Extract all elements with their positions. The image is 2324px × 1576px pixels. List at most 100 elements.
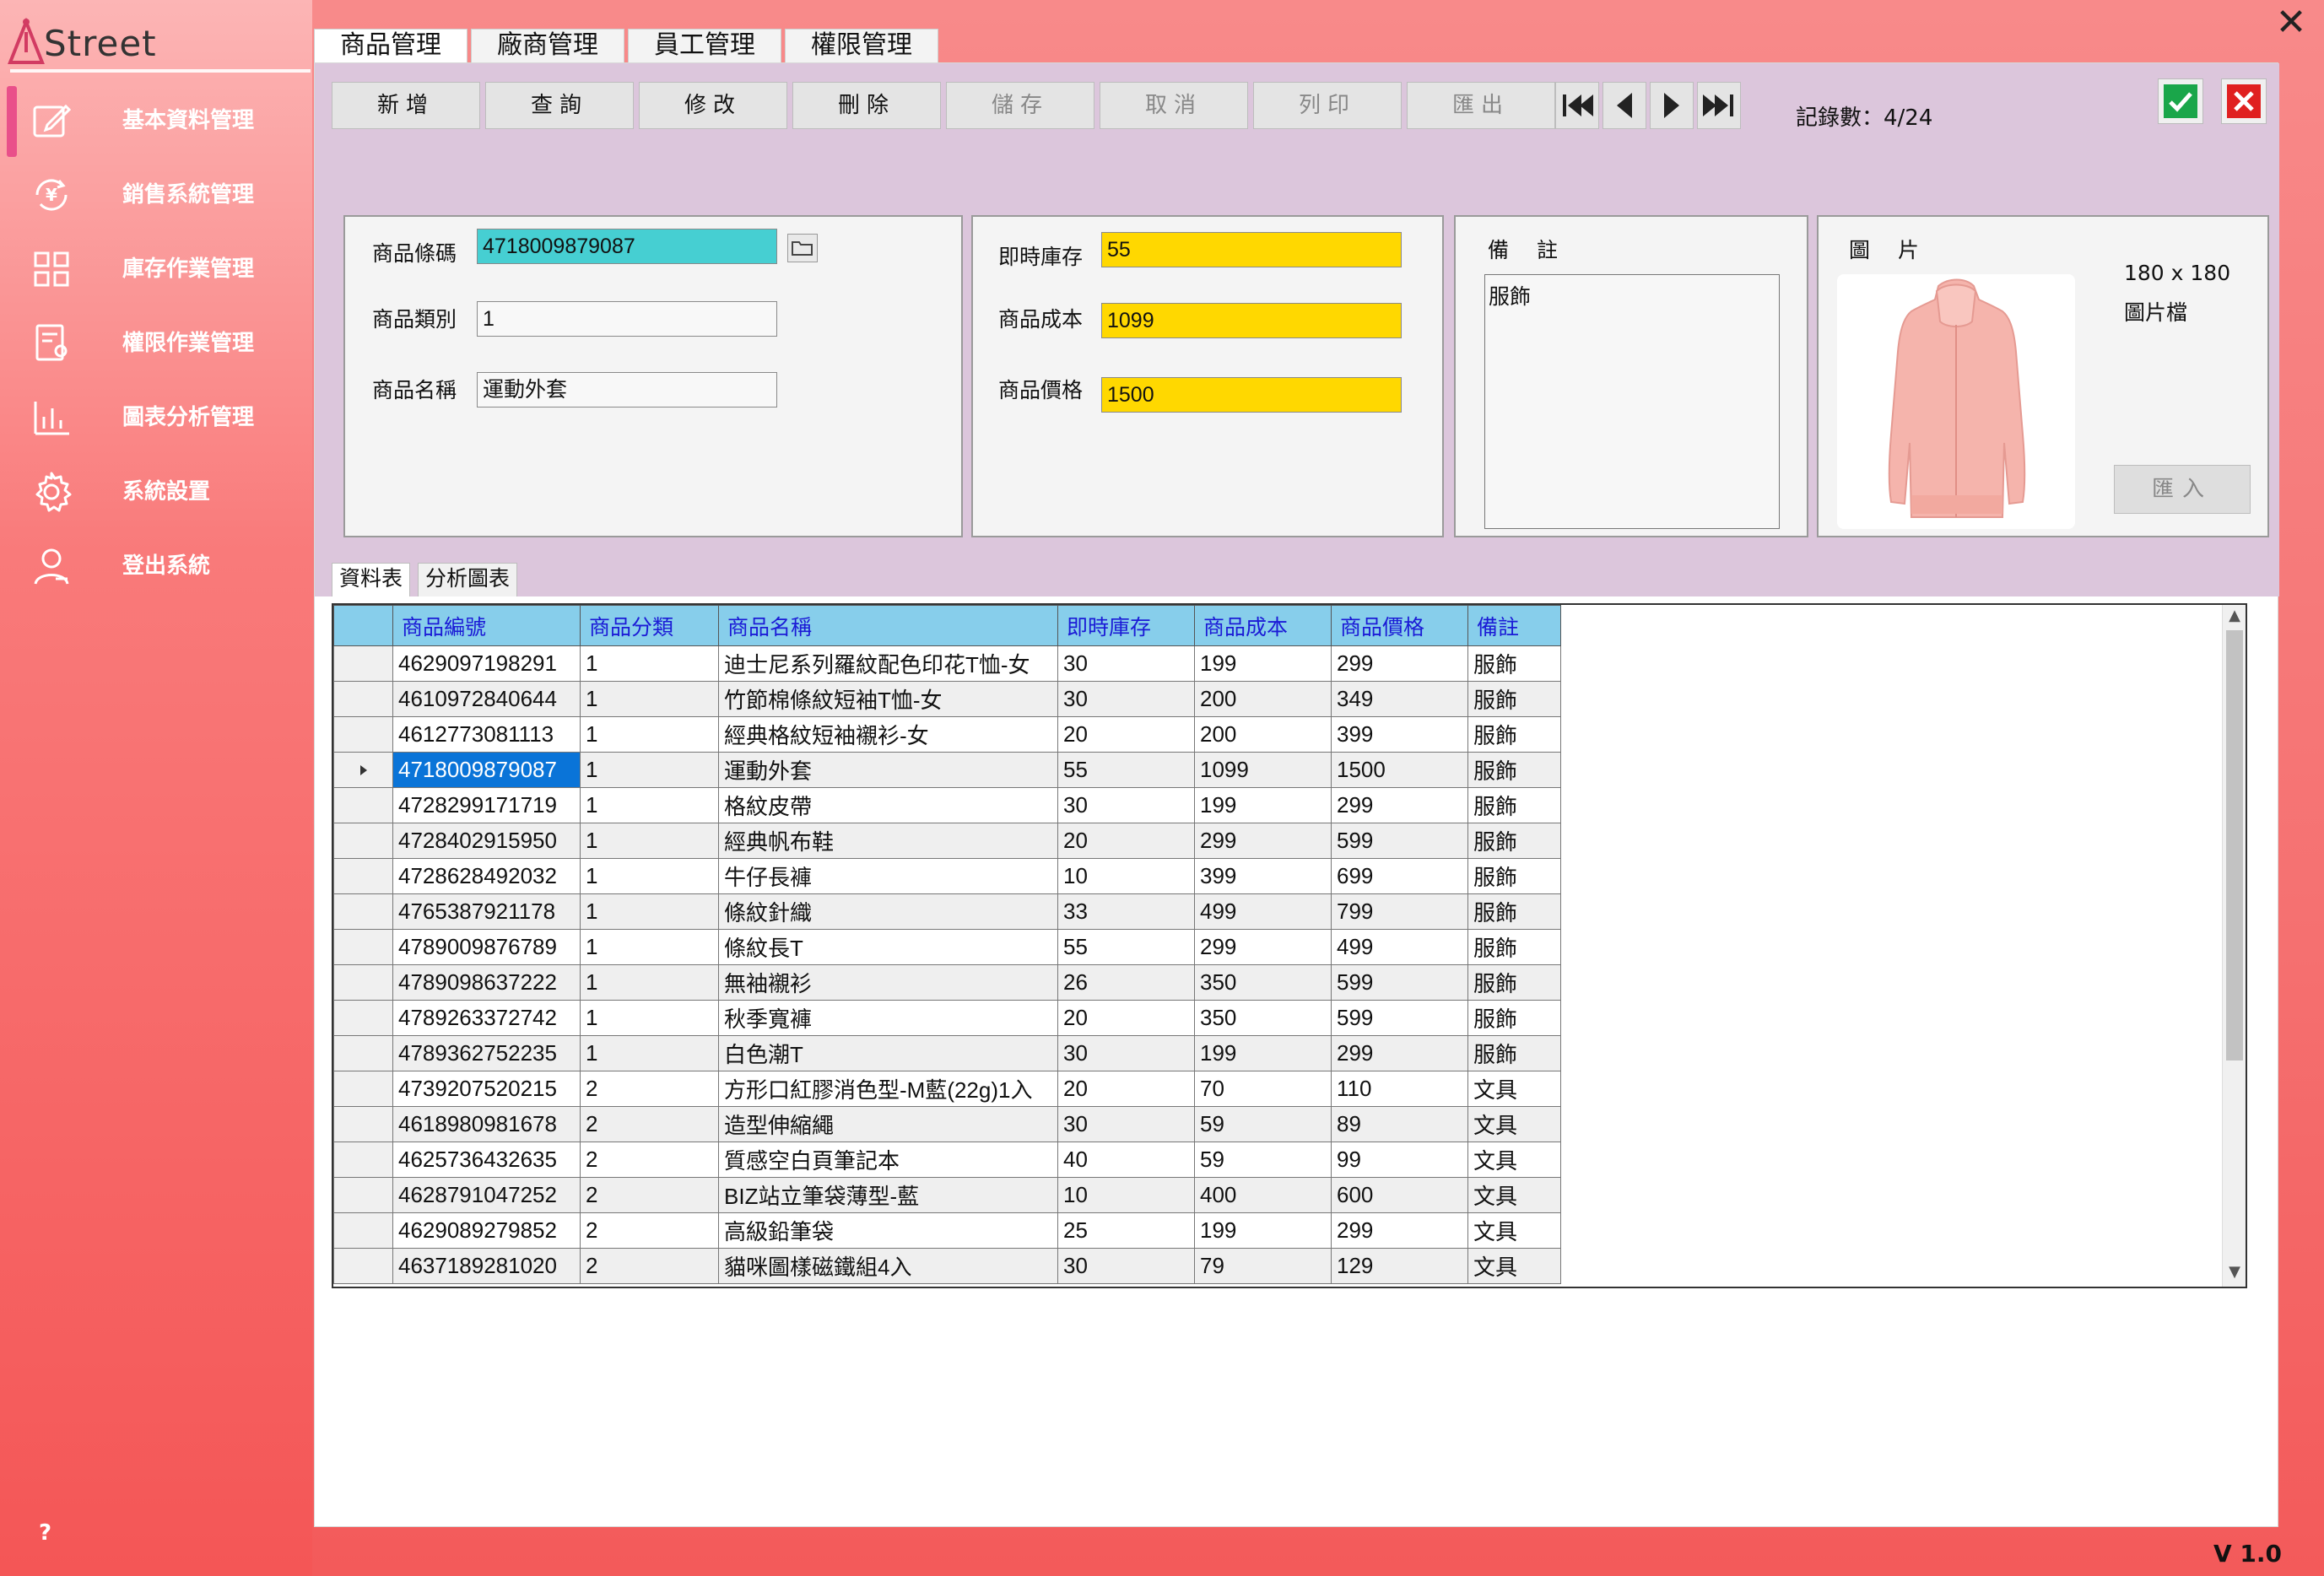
table-cell[interactable]: 299 [1331,1035,1468,1071]
table-cell[interactable]: 599 [1331,823,1468,859]
browse-barcode-button[interactable] [787,234,818,262]
table-row[interactable]: 4739207520215 2 方形口紅膠消色型-M藍(22g)1入 20 70 110 文… [333,1071,1561,1107]
table-cell[interactable]: 秋季寬褲 [718,1000,1058,1036]
table-cell[interactable]: 4610972840644 [392,681,581,717]
table-cell[interactable]: 30 [1057,1035,1195,1071]
table-cell[interactable]: 文具 [1467,1142,1561,1178]
edit-button[interactable]: 修改 [639,82,787,129]
table-cell[interactable]: 服飾 [1467,1035,1561,1071]
table-cell[interactable]: 200 [1194,681,1332,717]
table-cell[interactable]: 4718009879087 [392,752,581,788]
table-cell[interactable]: 26 [1057,964,1195,1001]
table-cell[interactable]: 竹節棉條紋短袖T恤-女 [718,681,1058,717]
table-cell[interactable]: 110 [1331,1071,1468,1107]
row-header[interactable] [333,681,393,717]
table-cell[interactable]: 服飾 [1467,787,1561,823]
sidebar-item-permissions[interactable]: 權限作業管理 [0,305,312,380]
row-header[interactable] [333,929,393,965]
category-input[interactable]: 1 [477,301,777,337]
table-cell[interactable]: 30 [1057,681,1195,717]
print-button[interactable]: 列印 [1253,82,1402,129]
table-cell[interactable]: 迪士尼系列羅紋配色印花T恤-女 [718,645,1058,682]
table-row[interactable]: 4789362752235 1 白色潮T 30 199 299 服飾 [333,1035,1561,1071]
table-cell[interactable]: 服飾 [1467,929,1561,965]
table-cell[interactable]: 70 [1194,1071,1332,1107]
table-cell[interactable]: 4629089279852 [392,1212,581,1249]
reject-button[interactable] [2221,78,2267,124]
row-header[interactable] [333,964,393,1001]
table-cell[interactable]: 59 [1194,1142,1332,1178]
table-cell[interactable]: 質感空白頁筆記本 [718,1142,1058,1178]
table-row[interactable]: 4610972840644 1 竹節棉條紋短袖T恤-女 30 200 349 服飾 [333,681,1561,717]
row-header[interactable] [333,823,393,859]
table-cell[interactable]: 25 [1057,1212,1195,1249]
table-cell[interactable]: 1 [580,964,719,1001]
table-cell[interactable]: 文具 [1467,1212,1561,1249]
table-cell[interactable]: 55 [1057,929,1195,965]
row-header[interactable] [333,1212,393,1249]
table-cell[interactable]: 2 [580,1177,719,1213]
sidebar-item-logout[interactable]: 登出系統 [0,528,312,602]
table-cell[interactable]: 350 [1194,1000,1332,1036]
barcode-input[interactable]: 4718009879087 [477,229,777,264]
table-cell[interactable]: 貓咪圖樣磁鐵組4入 [718,1248,1058,1284]
table-cell[interactable]: 20 [1057,1000,1195,1036]
table-cell[interactable]: 30 [1057,1106,1195,1142]
row-header[interactable] [333,893,393,930]
table-cell[interactable]: 2 [580,1142,719,1178]
table-cell[interactable]: 2 [580,1248,719,1284]
row-header[interactable] [333,752,393,788]
column-header[interactable]: 商品成本 [1194,605,1332,646]
table-cell[interactable]: 799 [1331,893,1468,930]
column-header[interactable]: 商品編號 [392,605,581,646]
table-cell[interactable]: 1 [580,929,719,965]
import-image-button[interactable]: 匯入 [2114,465,2251,514]
help-button[interactable]: ? [39,1520,51,1546]
row-header[interactable] [333,787,393,823]
table-row[interactable]: 4629097198291 1 迪士尼系列羅紋配色印花T恤-女 30 199 299 服飾 [333,645,1561,682]
row-header[interactable] [333,1142,393,1178]
table-cell[interactable]: 55 [1057,752,1195,788]
table-cell[interactable]: 格紋皮帶 [718,787,1058,823]
table-row[interactable]: 4628791047252 2 BIZ站立筆袋薄型-藍 10 400 600 文具 [333,1177,1561,1213]
table-cell[interactable]: 4789263372742 [392,1000,581,1036]
sidebar-item-sales[interactable]: ¥ 銷售系統管理 [0,157,312,231]
tab-analysis-chart[interactable]: 分析圖表 [418,563,518,596]
table-cell[interactable]: 10 [1057,1177,1195,1213]
table-cell[interactable]: 服飾 [1467,893,1561,930]
table-cell[interactable]: 20 [1057,1071,1195,1107]
table-cell[interactable]: 服飾 [1467,716,1561,753]
table-cell[interactable]: 199 [1194,787,1332,823]
table-cell[interactable]: 299 [1331,787,1468,823]
table-cell[interactable]: 服飾 [1467,858,1561,894]
table-cell[interactable]: 1 [580,681,719,717]
previous-record-button[interactable] [1602,82,1646,129]
export-button[interactable]: 匯出 [1407,82,1555,129]
table-row[interactable]: 4637189281020 2 貓咪圖樣磁鐵組4入 30 79 129 文具 [333,1248,1561,1284]
table-cell[interactable]: 4739207520215 [392,1071,581,1107]
table-cell[interactable]: 4625736432635 [392,1142,581,1178]
table-cell[interactable]: 4628791047252 [392,1177,581,1213]
table-cell[interactable]: 1 [580,1000,719,1036]
table-cell[interactable]: 200 [1194,716,1332,753]
table-cell[interactable]: 99 [1331,1142,1468,1178]
delete-button[interactable]: 刪除 [792,82,941,129]
table-row[interactable]: 4625736432635 2 質感空白頁筆記本 40 59 99 文具 [333,1142,1561,1178]
table-cell[interactable]: 1 [580,752,719,788]
table-row[interactable]: 4789009876789 1 條紋長T 55 299 499 服飾 [333,929,1561,965]
next-record-button[interactable] [1650,82,1694,129]
table-cell[interactable]: 1099 [1194,752,1332,788]
table-cell[interactable]: 無袖襯衫 [718,964,1058,1001]
price-input[interactable]: 1500 [1101,377,1402,413]
save-button[interactable]: 儲存 [946,82,1094,129]
column-header[interactable]: 備註 [1467,605,1561,646]
row-header[interactable] [333,1035,393,1071]
table-cell[interactable]: 經典帆布鞋 [718,823,1058,859]
scroll-thumb[interactable] [2226,630,2243,1061]
table-cell[interactable]: 2 [580,1106,719,1142]
table-cell[interactable]: 1 [580,823,719,859]
row-header[interactable] [333,1248,393,1284]
column-header[interactable]: 商品價格 [1331,605,1468,646]
last-record-button[interactable] [1697,82,1741,129]
table-cell[interactable]: 4728299171719 [392,787,581,823]
